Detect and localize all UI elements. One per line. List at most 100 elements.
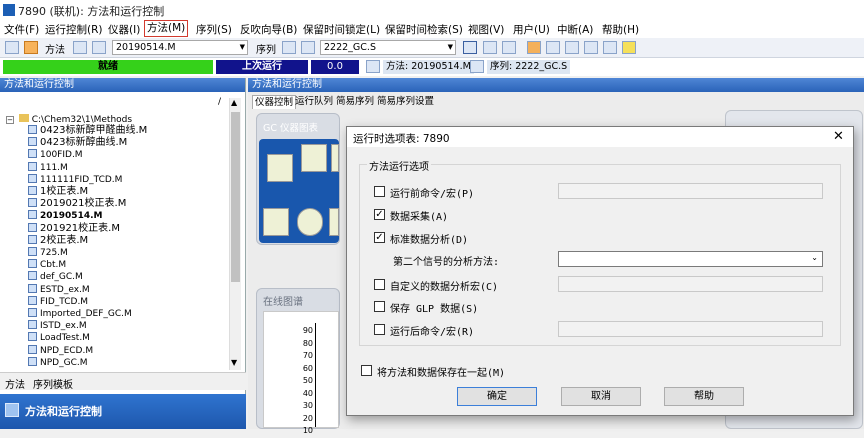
method-item[interactable]: 100FID.M <box>28 149 83 161</box>
tab-method[interactable]: 方法 <box>5 376 25 391</box>
option-label: 自定义的数据分析宏(C) <box>390 282 499 293</box>
edit-icon[interactable] <box>603 41 617 54</box>
option-input[interactable] <box>558 321 823 337</box>
method-item[interactable]: 0423标新醇曲线.M <box>28 137 127 149</box>
method-item-label: 111.M <box>40 162 68 173</box>
table-icon[interactable] <box>502 41 516 54</box>
save-method-icon[interactable] <box>92 41 106 54</box>
layout-icon[interactable] <box>5 41 19 54</box>
method-item[interactable]: 725.M <box>28 247 68 259</box>
second-signal-select[interactable]: ⌄ <box>558 251 823 267</box>
method-item[interactable]: NPD_GC.M <box>28 356 87 369</box>
menu-view[interactable]: 视图(V) <box>468 22 504 37</box>
option-checkbox[interactable] <box>374 186 385 197</box>
method-file-icon <box>28 320 37 330</box>
option-checkbox[interactable] <box>374 324 385 335</box>
option-input[interactable] <box>558 276 823 292</box>
tab-run-queue[interactable]: 运行队列 <box>293 95 335 109</box>
tab-instrument-control[interactable]: 仪器控制 <box>252 95 297 109</box>
scroll-down-icon[interactable]: ▼ <box>231 358 237 367</box>
nav-footer[interactable]: 方法和运行控制 <box>0 394 246 429</box>
method-item[interactable]: LoadTest.M <box>28 332 90 344</box>
method-file-icon <box>28 198 37 208</box>
tab-easy-sequence[interactable]: 简易序列 <box>334 95 376 109</box>
menu-instrument[interactable]: 仪器(I) <box>108 22 140 37</box>
menu-rt-lock[interactable]: 保留时间锁定(L) <box>303 22 380 37</box>
tab-sequence-template[interactable]: 序列模板 <box>33 376 73 391</box>
menu-backflush-wizard[interactable]: 反吹向导(B) <box>240 22 297 37</box>
method-item-label: NPD_ECD.M <box>40 345 94 356</box>
method-item[interactable]: 1校正表.M <box>28 186 88 198</box>
inlet-icon[interactable] <box>301 144 327 172</box>
option-label: 运行前命令/宏(P) <box>390 189 475 200</box>
option-checkbox[interactable]: ✓ <box>374 232 385 243</box>
method-item[interactable]: 0423标新醇甲醛曲线.M <box>28 125 147 137</box>
expand-icon[interactable]: − <box>6 116 14 124</box>
method-item[interactable]: FID_TCD.M <box>28 295 88 308</box>
menu-run-control[interactable]: 运行控制(R) <box>45 22 103 37</box>
menu-user[interactable]: 用户(U) <box>513 22 550 37</box>
method-view-icon[interactable] <box>24 41 38 54</box>
cancel-button[interactable]: 取消 <box>561 387 641 406</box>
method-item[interactable]: def_GC.M <box>28 271 83 283</box>
paste-icon[interactable] <box>565 41 579 54</box>
method-select[interactable]: 20190514.M ▼ <box>112 40 248 55</box>
method-item[interactable]: Cbt.M <box>28 259 66 271</box>
save-together-checkbox[interactable] <box>361 365 372 376</box>
option-checkbox[interactable]: ✓ <box>374 209 385 220</box>
scroll-up-icon[interactable]: ▲ <box>231 98 237 107</box>
oven-icon[interactable] <box>329 208 339 236</box>
copy-icon[interactable] <box>546 41 560 54</box>
menu-abort[interactable]: 中断(A) <box>557 22 593 37</box>
menu-file[interactable]: 文件(F) <box>4 22 39 37</box>
method-file-icon <box>28 210 37 220</box>
sequence-run-icon[interactable] <box>483 41 497 54</box>
method-item[interactable]: 2019021校正表.M <box>28 198 126 210</box>
open-sequence-icon[interactable] <box>282 41 296 54</box>
single-run-icon[interactable] <box>463 41 477 54</box>
chevron-down-icon: ▼ <box>239 43 245 51</box>
method-item[interactable]: ISTD_ex.M <box>28 320 87 332</box>
menu-sequence[interactable]: 序列(S) <box>196 22 232 37</box>
injector-icon[interactable] <box>267 154 293 182</box>
method-item[interactable]: 111111FID_TCD.M <box>28 173 122 186</box>
app-logo-icon <box>3 4 15 16</box>
help-icon[interactable] <box>622 41 636 54</box>
menu-help[interactable]: 帮助(H) <box>602 22 639 37</box>
ok-button[interactable]: 确定 <box>457 387 537 406</box>
method-item[interactable]: Imported_DEF_GC.M <box>28 308 132 320</box>
method-label: 方法 <box>45 45 65 56</box>
method-item-label: 1校正表.M <box>40 186 89 197</box>
detector-icon[interactable] <box>331 144 339 172</box>
option-checkbox[interactable] <box>374 301 385 312</box>
option-checkbox[interactable] <box>374 279 385 290</box>
method-item[interactable]: 2校正表.M <box>28 234 88 247</box>
menu-method[interactable]: 方法(M) <box>144 20 189 37</box>
scroll-thumb[interactable] <box>231 112 240 282</box>
option-input[interactable] <box>558 183 823 199</box>
method-item[interactable]: 20190514.M <box>28 210 102 222</box>
column-icon[interactable] <box>297 208 323 236</box>
online-plot-box: 在线图谱 90 80 70 60 50 40 30 20 10 <box>256 288 340 435</box>
close-icon[interactable]: ✕ <box>833 129 844 144</box>
run-time-checklist-dialog: 运行时选项表: 7890 ✕ 方法运行选项 将方法和数据保存在一起(M) 确定 … <box>346 126 854 416</box>
help-button[interactable]: 帮助 <box>664 387 744 406</box>
method-item[interactable]: NPD_ECD.M <box>28 344 94 357</box>
sequence-status-icon <box>470 60 484 73</box>
method-item[interactable]: ESTD_ex.M <box>28 283 90 296</box>
method-item[interactable]: 111.M <box>28 161 68 174</box>
tree-root[interactable]: − C:\Chem32\1\Methods <box>6 114 132 125</box>
report-icon[interactable] <box>527 41 541 54</box>
menu-rt-search[interactable]: 保留时间检索(S) <box>385 22 463 37</box>
chevron-down-icon: ▼ <box>447 43 453 51</box>
tree-scrollbar[interactable]: ▲ ▼ <box>229 98 241 370</box>
sequence-select[interactable]: 2222_GC.S ▼ <box>320 40 456 55</box>
option-label: 第二个信号的分析方法: <box>393 257 500 268</box>
chevron-down-icon: ⌄ <box>811 253 818 262</box>
print-icon[interactable] <box>584 41 598 54</box>
tab-easy-sequence-setup[interactable]: 简易序列设置 <box>375 95 436 109</box>
open-method-icon[interactable] <box>73 41 87 54</box>
save-sequence-icon[interactable] <box>301 41 315 54</box>
method-item[interactable]: 201921校正表.M <box>28 222 120 235</box>
tools-icon[interactable] <box>263 208 289 236</box>
